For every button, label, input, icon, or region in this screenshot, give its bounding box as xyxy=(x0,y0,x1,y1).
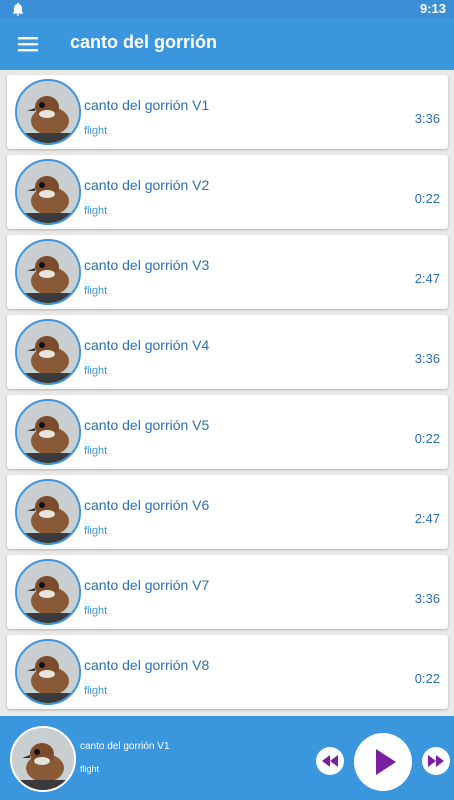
track-title: canto del gorrión V1 xyxy=(84,97,210,113)
fast-forward-button[interactable] xyxy=(422,747,450,775)
sparrow-thumbnail xyxy=(15,159,81,225)
track-list[interactable]: canto del gorrión V1 flight 3:36 canto d… xyxy=(0,70,454,716)
now-playing-thumbnail xyxy=(10,726,76,792)
sparrow-thumbnail xyxy=(15,639,81,705)
track-row[interactable]: canto del gorrión V6 flight 2:47 xyxy=(7,475,448,549)
track-subtitle: flight xyxy=(84,125,108,137)
track-duration: 3:36 xyxy=(414,351,440,366)
track-title: canto del gorrión V7 xyxy=(84,577,210,593)
sparrow-thumbnail xyxy=(15,239,81,305)
play-button[interactable] xyxy=(354,733,412,791)
now-playing-title: canto del gorrión V1 xyxy=(80,741,170,752)
track-row[interactable]: canto del gorrión V3 flight 2:47 xyxy=(7,235,448,309)
track-subtitle: flight xyxy=(84,685,108,697)
track-duration: 2:47 xyxy=(414,511,440,526)
play-icon xyxy=(376,749,396,775)
track-duration: 0:22 xyxy=(414,191,440,206)
now-playing-subtitle: flight xyxy=(80,764,100,774)
track-subtitle: flight xyxy=(84,525,108,537)
track-duration: 3:36 xyxy=(414,591,440,606)
track-subtitle: flight xyxy=(84,605,108,617)
track-row[interactable]: canto del gorrión V7 flight 3:36 xyxy=(7,555,448,629)
status-bar: 9:13 xyxy=(0,0,454,18)
sparrow-thumbnail xyxy=(15,399,81,465)
sparrow-thumbnail xyxy=(15,79,81,145)
rewind-button[interactable] xyxy=(316,747,344,775)
track-row[interactable]: canto del gorrión V4 flight 3:36 xyxy=(7,315,448,389)
sparrow-thumbnail xyxy=(15,559,81,625)
now-playing-bar[interactable]: canto del gorrión V1 flight xyxy=(0,716,454,800)
track-title: canto del gorrión V8 xyxy=(84,657,210,673)
track-duration: 0:22 xyxy=(414,671,440,686)
track-row[interactable]: canto del gorrión V5 flight 0:22 xyxy=(7,395,448,469)
fast-forward-icon xyxy=(428,755,444,767)
app-bar: canto del gorrión xyxy=(0,18,454,70)
page-title: canto del gorrión xyxy=(70,32,218,52)
bell-icon xyxy=(12,2,24,16)
track-title: canto del gorrión V2 xyxy=(84,177,210,193)
track-row[interactable]: canto del gorrión V2 flight 0:22 xyxy=(7,155,448,229)
track-duration: 0:22 xyxy=(414,431,440,446)
track-duration: 3:36 xyxy=(414,111,440,126)
track-title: canto del gorrión V5 xyxy=(84,417,210,433)
track-title: canto del gorrión V4 xyxy=(84,337,210,353)
track-title: canto del gorrión V3 xyxy=(84,257,210,273)
track-row[interactable]: canto del gorrión V8 flight 0:22 xyxy=(7,635,448,709)
track-row[interactable]: canto del gorrión V1 flight 3:36 xyxy=(7,75,448,149)
hamburger-menu-icon[interactable] xyxy=(18,35,38,53)
status-time: 9:13 xyxy=(419,1,446,16)
track-title: canto del gorrión V6 xyxy=(84,497,210,513)
rewind-icon xyxy=(322,755,338,767)
track-subtitle: flight xyxy=(84,285,108,297)
sparrow-thumbnail xyxy=(15,319,81,385)
track-subtitle: flight xyxy=(84,445,108,457)
track-duration: 2:47 xyxy=(414,271,440,286)
sparrow-thumbnail xyxy=(15,479,81,545)
track-subtitle: flight xyxy=(84,365,108,377)
track-subtitle: flight xyxy=(84,205,108,217)
